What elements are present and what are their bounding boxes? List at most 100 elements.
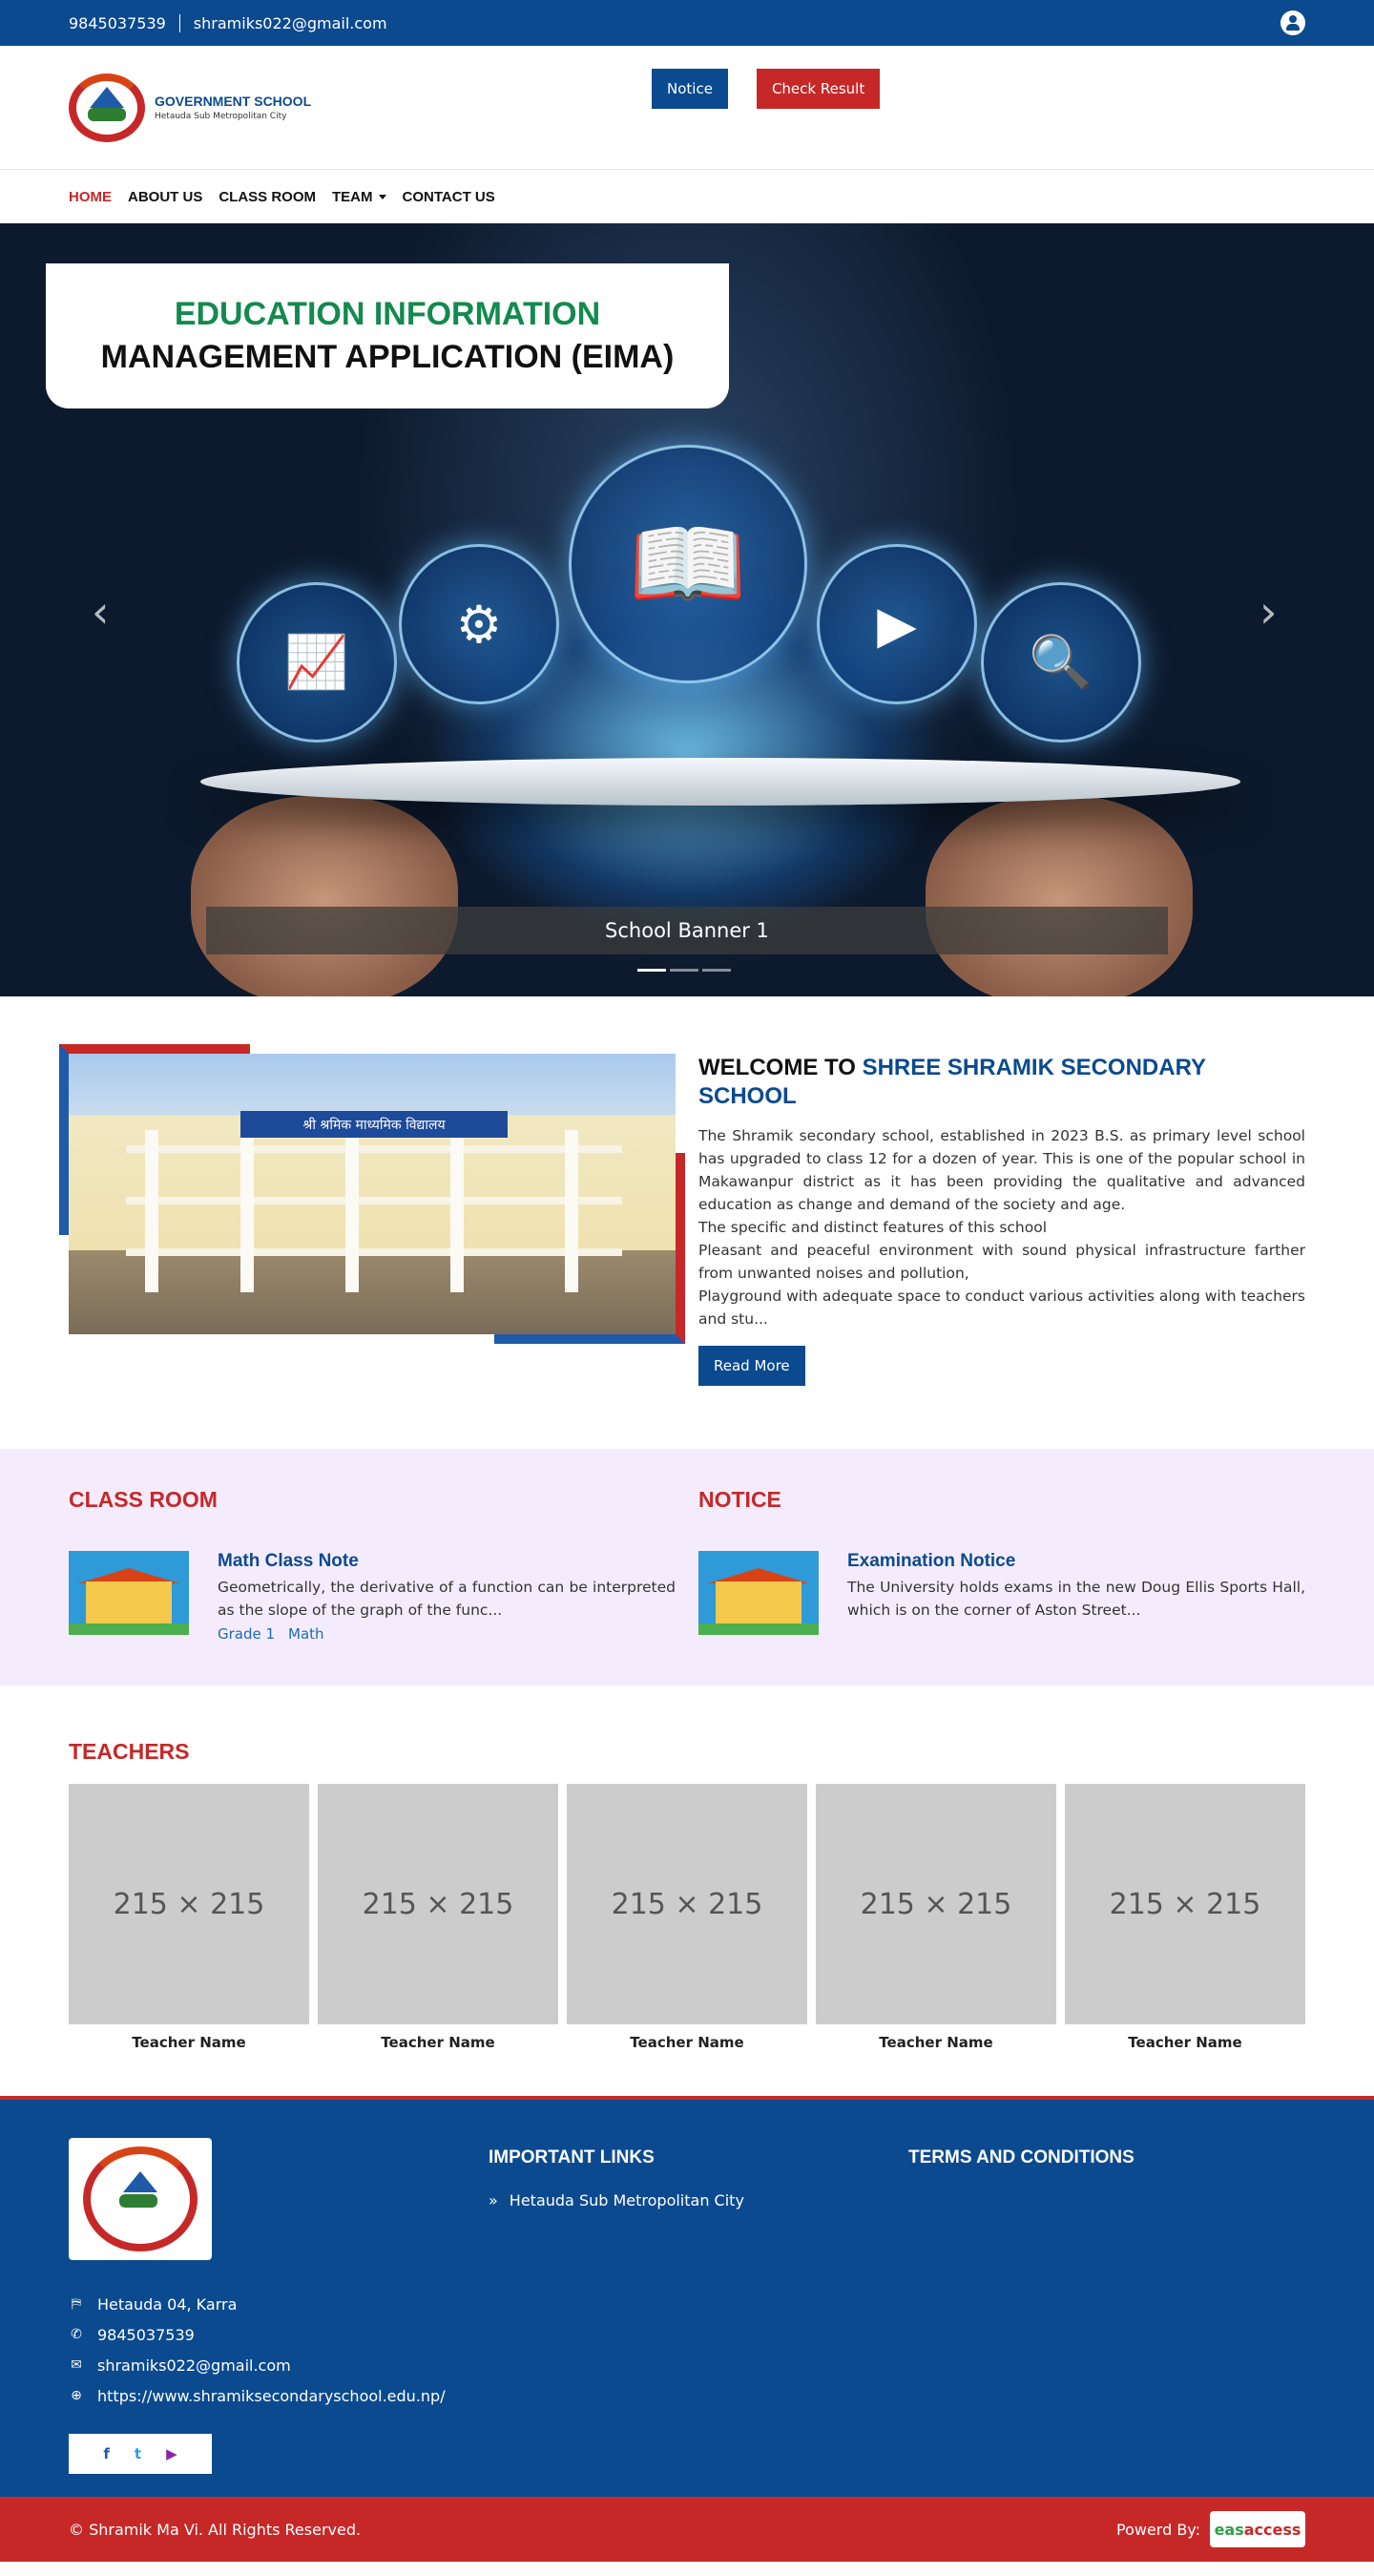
important-links-title: IMPORTANT LINKS: [489, 2147, 655, 2168]
teacher-photo: 215 × 215: [567, 1784, 807, 2024]
brain-gears-icon: ⚙: [399, 544, 559, 704]
footer-phone[interactable]: ✆ 9845037539: [69, 2319, 450, 2350]
logo-subtitle: Hetauda Sub Metropolitan City: [155, 112, 287, 121]
teacher-card[interactable]: 215 × 215 Teacher Name: [69, 1784, 309, 2051]
teacher-name: Teacher Name: [879, 2034, 993, 2051]
video-group-icon: ▶: [817, 544, 977, 704]
nav-classroom[interactable]: CLASS ROOM: [219, 189, 316, 205]
notice-title: NOTICE: [698, 1487, 781, 1512]
carousel-indicators: [637, 969, 731, 972]
tablet-image: [200, 758, 1240, 806]
twitter-icon[interactable]: t: [135, 2445, 141, 2462]
book-icon: 📖: [569, 445, 807, 683]
footer-website[interactable]: ⊕ https://www.shramiksecondaryschool.edu.…: [69, 2380, 450, 2411]
top-email[interactable]: shramiks022@gmail.com: [180, 14, 401, 32]
site-footer: ⛿ Hetauda 04, Karra ✆ 9845037539 ✉ shramiks…: [0, 2096, 1374, 2497]
top-bar: 9845037539 shramiks022@gmail.com: [0, 0, 1374, 46]
right-hand: [926, 796, 1193, 996]
magnifier-icon: 🔍: [981, 582, 1141, 743]
user-account-icon[interactable]: [1280, 10, 1305, 35]
powered-by-label: Powerd By:: [1115, 2520, 1200, 2539]
copyright-text: © Shramik Ma Vi. All Rights Reserved.: [69, 2520, 362, 2539]
nepal-emblem-icon: [83, 2147, 198, 2251]
notice-post[interactable]: Examination Notice The University holds …: [698, 1551, 1305, 1635]
footer-address: ⛿ Hetauda 04, Karra: [69, 2289, 450, 2319]
top-contacts: 9845037539 shramiks022@gmail.com: [69, 13, 401, 32]
globe-icon: ⊕: [71, 2388, 82, 2403]
social-links: f t ▶: [69, 2434, 212, 2474]
classroom-thumbnail[interactable]: [69, 1551, 189, 1635]
nav-home[interactable]: HOME: [69, 189, 112, 205]
facebook-icon[interactable]: f: [103, 2445, 110, 2462]
teacher-card[interactable]: 215 × 215 Teacher Name: [318, 1784, 558, 2051]
site-header: GOVERNMENT SCHOOL Hetauda Sub Metropolit…: [0, 46, 1374, 170]
hero-title-line2: MANAGEMENT APPLICATION (EIMA): [100, 339, 675, 375]
read-more-button[interactable]: Read More: [698, 1346, 805, 1386]
easy-access-logo[interactable]: eas access: [1210, 2511, 1305, 2547]
teacher-card[interactable]: 215 × 215 Teacher Name: [816, 1784, 1056, 2051]
footer-logo: [69, 2138, 212, 2260]
signpost-icon: ⛿: [71, 2296, 82, 2312]
envelope-icon: ✉: [71, 2357, 82, 2373]
teacher-photo: 215 × 215: [69, 1784, 309, 2024]
terms-title[interactable]: TERMS AND CONDITIONS: [908, 2147, 1290, 2168]
teacher-name: Teacher Name: [381, 2034, 495, 2051]
tag-grade[interactable]: Grade 1: [218, 1625, 275, 1643]
check-result-button[interactable]: Check Result: [756, 69, 881, 109]
youtube-icon[interactable]: ▶: [166, 2445, 177, 2462]
welcome-section: श्री श्रमिक माध्यमिक विद्यालय WELCOME TO…: [0, 996, 1374, 1449]
classroom-post-text: Geometrically, the derivative of a funct…: [218, 1579, 676, 1619]
nav-team[interactable]: TEAM: [332, 189, 386, 205]
teacher-name: Teacher Name: [132, 2034, 246, 2051]
nepal-emblem-icon: [69, 73, 145, 142]
double-chevron-right-icon: »: [489, 2191, 498, 2209]
carousel-indicator-3[interactable]: [702, 969, 731, 972]
classroom-post[interactable]: Math Class Note Geometrically, the deriv…: [69, 1551, 676, 1643]
school-building-image: श्री श्रमिक माध्यमिक विद्यालय: [69, 1054, 676, 1334]
teacher-name: Teacher Name: [630, 2034, 744, 2051]
carousel-caption: School Banner 1: [206, 907, 1168, 954]
notice-button[interactable]: Notice: [652, 69, 728, 109]
welcome-heading: WELCOME TO SHREE SHRAMIK SECONDARY SCHOO…: [698, 1055, 1206, 1109]
teacher-card[interactable]: 215 × 215 Teacher Name: [567, 1784, 807, 2051]
carousel-prev-icon[interactable]: ‹: [92, 586, 109, 638]
classroom-notice-section: CLASS ROOM Math Class Note Geometrically…: [0, 1449, 1374, 1686]
nav-about[interactable]: ABOUT US: [128, 189, 202, 205]
footer-link-hetauda[interactable]: » Hetauda Sub Metropolitan City: [489, 2191, 870, 2209]
nav-team-label: TEAM: [332, 188, 373, 205]
classroom-post-title[interactable]: Math Class Note: [218, 1551, 676, 1572]
hero-carousel: EDUCATION INFORMATION MANAGEMENT APPLICA…: [0, 223, 1374, 996]
teachers-section: TEACHERS 215 × 215 Teacher Name 215 × 215…: [0, 1686, 1374, 2096]
logo-title: GOVERNMENT SCHOOL: [155, 94, 312, 109]
classroom-column: CLASS ROOM Math Class Note Geometrically…: [69, 1449, 676, 1686]
carousel-indicator-2[interactable]: [670, 969, 698, 972]
top-phone[interactable]: 9845037539: [69, 13, 180, 32]
bottom-bar: © Shramik Ma Vi. All Rights Reserved. Po…: [0, 2497, 1374, 2562]
teachers-title: TEACHERS: [69, 1739, 190, 1764]
nav-contact[interactable]: CONTACT US: [403, 189, 495, 205]
tag-subject[interactable]: Math: [288, 1625, 324, 1643]
footer-email[interactable]: ✉ shramiks022@gmail.com: [69, 2350, 450, 2380]
teacher-card[interactable]: 215 × 215 Teacher Name: [1065, 1784, 1305, 2051]
phone-icon: ✆: [71, 2327, 82, 2342]
caret-down-icon: [378, 195, 386, 200]
notice-thumbnail[interactable]: [698, 1551, 819, 1635]
hero-title-box: EDUCATION INFORMATION MANAGEMENT APPLICA…: [46, 263, 729, 408]
school-photo: श्री श्रमिक माध्यमिक विद्यालय: [59, 1044, 685, 1344]
classroom-title: CLASS ROOM: [69, 1487, 218, 1512]
carousel-indicator-1[interactable]: [637, 969, 666, 972]
teacher-photo: 215 × 215: [816, 1784, 1056, 2024]
teacher-name: Teacher Name: [1128, 2034, 1242, 2051]
welcome-paragraph: The Shramik secondary school, establishe…: [698, 1127, 1305, 1328]
school-sign: श्री श्रमिक माध्यमिक विद्यालय: [240, 1111, 508, 1138]
carousel-next-icon[interactable]: ›: [1260, 586, 1277, 638]
notice-post-text: The University holds exams in the new Do…: [847, 1579, 1305, 1619]
teacher-photo: 215 × 215: [318, 1784, 558, 2024]
chart-icon: 📈: [237, 582, 397, 743]
left-hand: [191, 796, 458, 996]
site-logo[interactable]: GOVERNMENT SCHOOL Hetauda Sub Metropolit…: [69, 73, 311, 142]
hero-title-line1: EDUCATION INFORMATION: [174, 296, 601, 332]
main-nav: HOME ABOUT US CLASS ROOM TEAM CONTACT US: [0, 170, 1374, 223]
notice-post-title[interactable]: Examination Notice: [847, 1551, 1305, 1572]
notice-column: NOTICE Examination Notice The University…: [698, 1449, 1305, 1686]
